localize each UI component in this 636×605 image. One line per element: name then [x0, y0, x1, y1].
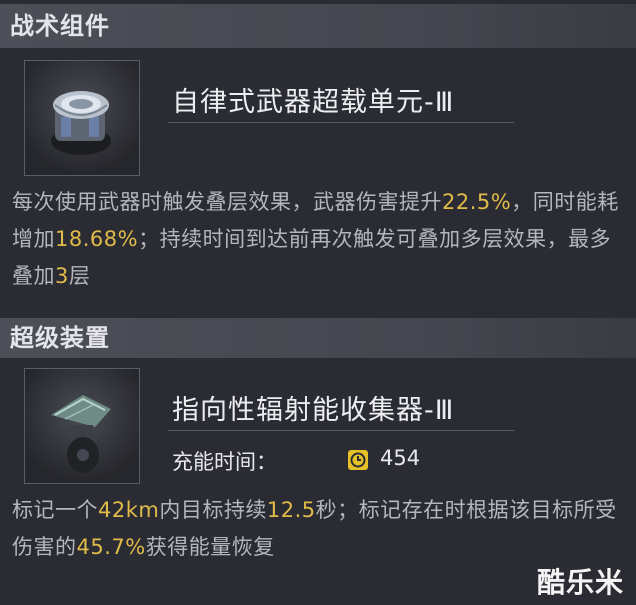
desc-value: 12.5 [266, 498, 316, 522]
section-header-tactical: 战术组件 [0, 4, 636, 48]
item-name-super-device: 指向性辐射能收集器-Ⅲ [172, 395, 455, 426]
desc-value: 18.68% [55, 227, 139, 251]
device-ring-icon[interactable] [24, 60, 140, 176]
divider [168, 430, 514, 431]
item-description-super-device: 标记一个42km内目标持续12.5秒；标记存在时根据该目标所受伤害的45.7%获… [12, 492, 628, 566]
desc-text: 获得能量恢复 [145, 535, 275, 559]
desc-value: 45.7% [76, 535, 146, 559]
desc-text: 标记一个 [12, 498, 98, 522]
item-name-tactical: 自律式武器超载单元-Ⅲ [172, 87, 455, 118]
item-description-tactical: 每次使用武器时触发叠层效果，武器伤害提升22.5%，同时能耗增加18.68%；持… [12, 184, 628, 295]
desc-value: 22.5% [442, 190, 512, 214]
divider [168, 122, 514, 123]
desc-value: 3 [55, 264, 69, 288]
desc-text: 层 [68, 264, 91, 288]
desc-text: 每次使用武器时触发叠层效果，武器伤害提升 [12, 190, 442, 214]
watermark: 酷乐米 [536, 566, 624, 599]
device-emitter-icon[interactable] [24, 368, 140, 484]
clock-icon [348, 450, 368, 470]
desc-value: 42km [98, 498, 160, 522]
desc-text: 内目标持续 [159, 498, 267, 522]
charge-time-value: 454 [380, 446, 421, 470]
charge-time-label: 充能时间： [172, 450, 277, 474]
section-header-super-device: 超级装置 [0, 318, 636, 358]
